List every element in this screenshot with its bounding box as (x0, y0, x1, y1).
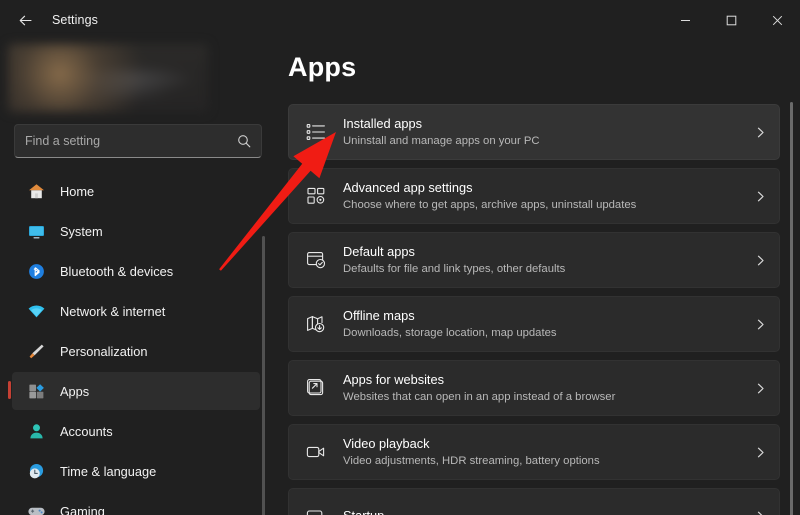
card-text: Video playback Video adjustments, HDR st… (343, 435, 754, 469)
gaming-icon (26, 501, 46, 515)
sidebar-item-bluetooth-devices[interactable]: Bluetooth & devices (12, 252, 260, 290)
window-controls (662, 0, 800, 40)
close-button[interactable] (754, 0, 800, 40)
sidebar-item-accounts[interactable]: Accounts (12, 412, 260, 450)
settings-window: Settings Find a setting Home System Blue… (0, 0, 800, 515)
page-title: Apps (288, 52, 357, 82)
card-text: Startup (343, 507, 754, 515)
card-title: Video playback (343, 436, 430, 451)
close-icon (772, 15, 782, 25)
sidebar-item-system[interactable]: System (12, 212, 260, 250)
card-subtitle: Choose where to get apps, archive apps, … (343, 199, 637, 211)
title-bar: Settings (0, 0, 800, 40)
offline-maps-icon (303, 311, 329, 337)
chevron-right-icon (754, 126, 767, 139)
main-content: Apps Installed apps Uninstall and manage… (272, 40, 800, 515)
user-profile-blurred[interactable] (8, 44, 208, 112)
back-arrow-icon (19, 15, 32, 25)
minimize-button[interactable] (662, 0, 708, 40)
installed-apps-icon (303, 119, 329, 145)
chevron-right-icon (754, 382, 767, 395)
startup-icon (303, 503, 329, 515)
card-startup[interactable]: Startup (288, 488, 780, 515)
card-default-apps[interactable]: Default apps Defaults for file and link … (288, 232, 780, 288)
card-text: Advanced app settings Choose where to ge… (343, 179, 754, 213)
card-title: Installed apps (343, 116, 422, 131)
sidebar-scrollbar[interactable] (262, 236, 265, 515)
sidebar-nav: Home System Bluetooth & devices Network … (0, 172, 272, 515)
apps-for-websites-icon (303, 375, 329, 401)
card-title: Offline maps (343, 308, 415, 323)
personalization-icon (26, 341, 46, 361)
card-text: Installed apps Uninstall and manage apps… (343, 115, 754, 149)
sidebar-item-network-internet[interactable]: Network & internet (12, 292, 260, 330)
window-title: Settings (52, 13, 98, 27)
chevron-right-icon (754, 446, 767, 459)
sidebar-item-label: Apps (60, 383, 90, 399)
card-text: Offline maps Downloads, storage location… (343, 307, 754, 341)
search-box: Find a setting (14, 124, 262, 158)
card-offline-maps[interactable]: Offline maps Downloads, storage location… (288, 296, 780, 352)
card-title: Startup (343, 507, 385, 515)
sidebar-item-label: Gaming (60, 503, 105, 515)
chevron-right-icon (754, 318, 767, 331)
sidebar-item-personalization[interactable]: Personalization (12, 332, 260, 370)
default-apps-icon (303, 247, 329, 273)
card-advanced-app-settings[interactable]: Advanced app settings Choose where to ge… (288, 168, 780, 224)
video-playback-icon (303, 439, 329, 465)
sidebar-item-label: Time & language (60, 463, 157, 479)
accounts-icon (26, 421, 46, 441)
network-icon (26, 301, 46, 321)
chevron-right-icon (754, 190, 767, 203)
card-title: Default apps (343, 244, 415, 259)
sidebar-item-label: Bluetooth & devices (60, 263, 174, 279)
sidebar-item-gaming[interactable]: Gaming (12, 492, 260, 515)
back-button[interactable] (8, 5, 42, 35)
card-text: Default apps Defaults for file and link … (343, 243, 754, 277)
home-icon (26, 181, 46, 201)
advanced-app-settings-icon (303, 183, 329, 209)
minimize-icon (680, 19, 690, 21)
search-field[interactable]: Find a setting (14, 124, 262, 158)
sidebar: Find a setting Home System Bluetooth & d… (0, 40, 272, 515)
sidebar-item-label: Personalization (60, 343, 148, 359)
sidebar-item-label: Accounts (60, 423, 113, 439)
card-subtitle: Uninstall and manage apps on your PC (343, 135, 540, 147)
maximize-button[interactable] (708, 0, 754, 40)
card-video-playback[interactable]: Video playback Video adjustments, HDR st… (288, 424, 780, 480)
card-subtitle: Video adjustments, HDR streaming, batter… (343, 455, 600, 467)
chevron-right-icon (754, 254, 767, 267)
maximize-icon (726, 15, 736, 25)
bluetooth-icon (26, 261, 46, 281)
sidebar-item-label: System (60, 223, 103, 239)
card-subtitle: Websites that can open in an app instead… (343, 391, 616, 403)
search-icon (237, 134, 251, 148)
card-text: Apps for websites Websites that can open… (343, 371, 754, 405)
sidebar-item-label: Network & internet (60, 303, 166, 319)
card-installed-apps[interactable]: Installed apps Uninstall and manage apps… (288, 104, 780, 160)
time-language-icon (26, 461, 46, 481)
sidebar-item-label: Home (60, 183, 95, 199)
card-title: Advanced app settings (343, 180, 473, 195)
sidebar-item-home[interactable]: Home (12, 172, 260, 210)
card-subtitle: Defaults for file and link types, other … (343, 263, 566, 275)
card-title: Apps for websites (343, 372, 445, 387)
main-scrollbar[interactable] (790, 102, 793, 515)
sidebar-item-time-language[interactable]: Time & language (12, 452, 260, 490)
settings-card-list: Installed apps Uninstall and manage apps… (288, 104, 780, 515)
card-subtitle: Downloads, storage location, map updates (343, 327, 557, 339)
apps-icon (26, 381, 46, 401)
chevron-right-icon (754, 510, 767, 515)
sidebar-item-apps[interactable]: Apps (8, 372, 260, 410)
system-icon (26, 221, 46, 241)
search-input[interactable]: Find a setting (25, 134, 237, 148)
card-apps-for-websites[interactable]: Apps for websites Websites that can open… (288, 360, 780, 416)
